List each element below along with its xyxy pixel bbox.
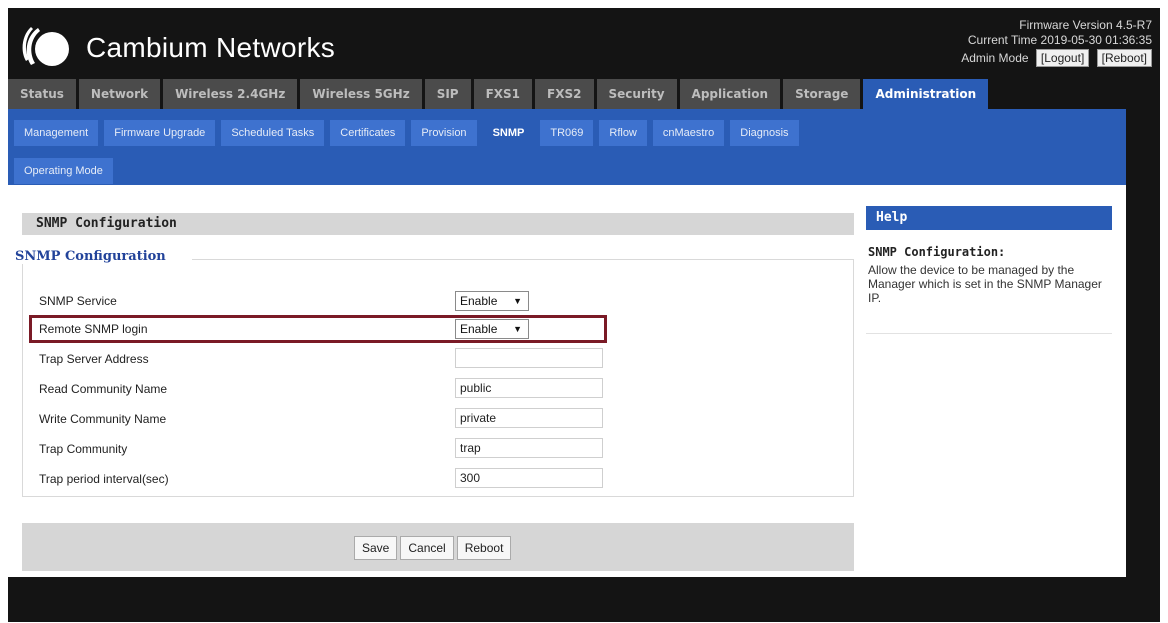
- subtab-scheduled-tasks[interactable]: Scheduled Tasks: [221, 120, 325, 146]
- subtab-firmware-upgrade[interactable]: Firmware Upgrade: [104, 120, 216, 146]
- sub-nav: Management Firmware Upgrade Scheduled Ta…: [8, 109, 1126, 185]
- tab-wireless-5ghz[interactable]: Wireless 5GHz: [300, 79, 422, 109]
- header-info: Firmware Version 4.5-R7 Current Time 201…: [961, 18, 1152, 67]
- subtab-certificates[interactable]: Certificates: [330, 120, 406, 146]
- cambium-logo-icon: [22, 27, 69, 66]
- write-community-label: Write Community Name: [39, 412, 167, 426]
- snmp-service-select[interactable]: Enable ▼: [455, 291, 529, 311]
- logout-button[interactable]: [Logout]: [1035, 49, 1090, 67]
- dropdown-arrow-icon: ▼: [513, 324, 522, 334]
- cancel-button[interactable]: Cancel: [400, 536, 454, 560]
- trap-period-input[interactable]: 300: [455, 468, 603, 488]
- tab-administration[interactable]: Administration: [863, 79, 989, 109]
- read-community-input[interactable]: public: [455, 378, 603, 398]
- help-heading: Help: [866, 206, 1112, 230]
- trap-server-label: Trap Server Address: [39, 352, 149, 366]
- tab-application[interactable]: Application: [679, 79, 781, 109]
- admin-line: Admin Mode [Logout] [Reboot]: [961, 49, 1152, 67]
- tab-security[interactable]: Security: [596, 79, 677, 109]
- remote-snmp-login-select[interactable]: Enable ▼: [455, 319, 529, 339]
- tab-wireless-24ghz[interactable]: Wireless 2.4GHz: [163, 79, 298, 109]
- button-bar: Save Cancel Reboot: [22, 523, 854, 571]
- subtab-provision[interactable]: Provision: [411, 120, 477, 146]
- help-title: SNMP Configuration:: [868, 245, 1006, 259]
- subtab-diagnosis[interactable]: Diagnosis: [730, 120, 799, 146]
- trap-server-input[interactable]: [455, 348, 603, 368]
- tab-status[interactable]: Status: [8, 79, 76, 109]
- tab-network[interactable]: Network: [78, 79, 161, 109]
- subtab-rflow[interactable]: Rflow: [599, 120, 647, 146]
- brand-logo: Cambium Networks: [22, 22, 335, 74]
- tab-storage[interactable]: Storage: [783, 79, 861, 109]
- main-nav: Status Network Wireless 2.4GHz Wireless …: [8, 79, 1160, 109]
- remote-snmp-login-value: Enable: [460, 322, 498, 336]
- trap-community-label: Trap Community: [39, 442, 128, 456]
- reboot-header-button[interactable]: [Reboot]: [1096, 49, 1152, 67]
- app-window: Cambium Networks Firmware Version 4.5-R7…: [8, 8, 1160, 622]
- read-community-label: Read Community Name: [39, 382, 168, 396]
- tab-sip[interactable]: SIP: [424, 79, 471, 109]
- admin-mode-label: Admin Mode: [961, 51, 1029, 65]
- tab-fxs1[interactable]: FXS1: [473, 79, 533, 109]
- current-time: Current Time 2019-05-30 01:36:35: [967, 33, 1152, 47]
- section-title: SNMP Configuration: [22, 213, 854, 235]
- dropdown-arrow-icon: ▼: [513, 296, 522, 306]
- subtab-snmp[interactable]: SNMP: [482, 120, 535, 146]
- help-divider: [866, 333, 1112, 334]
- fieldset-legend: SNMP Configuration: [15, 249, 192, 264]
- snmp-fieldset: SNMP Configuration SNMP Service Enable ▼…: [15, 249, 854, 497]
- brand-name: Cambium Networks: [86, 32, 336, 63]
- subtab-management[interactable]: Management: [14, 120, 99, 146]
- trap-community-input[interactable]: trap: [455, 438, 603, 458]
- trap-period-label: Trap period interval(sec): [39, 472, 169, 486]
- remote-snmp-login-label: Remote SNMP login: [39, 322, 148, 336]
- tab-fxs2[interactable]: FXS2: [535, 79, 594, 109]
- firmware-version: Firmware Version 4.5-R7: [1019, 18, 1152, 32]
- snmp-service-value: Enable: [460, 294, 498, 308]
- subtab-operating-mode[interactable]: Operating Mode: [14, 158, 113, 184]
- help-text: Allow the device to be managed by the Ma…: [868, 263, 1102, 305]
- reboot-button[interactable]: Reboot: [456, 536, 512, 560]
- subtab-tr069[interactable]: TR069: [540, 120, 594, 146]
- save-button[interactable]: Save: [354, 536, 398, 560]
- snmp-service-label: SNMP Service: [39, 294, 117, 308]
- subtab-cnmaestro[interactable]: cnMaestro: [652, 120, 725, 146]
- content-area: SNMP Configuration SNMP Configuration SN…: [8, 185, 1126, 577]
- write-community-input[interactable]: private: [455, 408, 603, 428]
